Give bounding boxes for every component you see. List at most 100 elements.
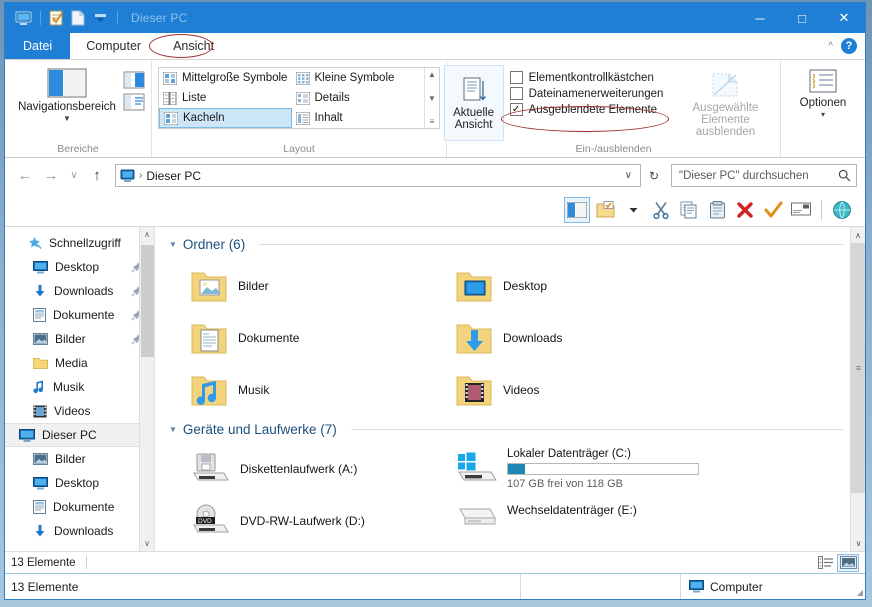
sidebar-item-dokumente-quick[interactable]: Dokumente xyxy=(5,303,154,327)
checkbox-dateinamenerweiterungen[interactable]: Dateinamenerweiterungen xyxy=(509,87,663,100)
checkbox-elementkontrollkaestchen[interactable]: Elementkontrollkästchen xyxy=(509,71,664,84)
content-scroll-thumb[interactable]: ≡ xyxy=(851,243,865,493)
list-item[interactable]: Downloads xyxy=(454,312,719,364)
sidebar-scrollbar[interactable]: ∧ ∨ xyxy=(139,227,154,551)
sidebar-item-downloads-quick[interactable]: Downloads xyxy=(5,279,154,303)
layout-option-kacheln[interactable]: Kacheln xyxy=(159,108,292,128)
navigation-pane-caret[interactable]: ▼ xyxy=(63,114,71,123)
computer-icon[interactable] xyxy=(13,8,33,28)
minimize-button[interactable]: ─ xyxy=(739,3,781,33)
collapse-triangle-icon[interactable]: ▼ xyxy=(169,425,177,434)
sidebar-scroll-thumb[interactable] xyxy=(141,245,154,357)
thumbnail-view-button[interactable] xyxy=(837,553,859,572)
checkbox-box-checked[interactable]: ✓ xyxy=(509,103,523,116)
paste-clipboard-icon[interactable] xyxy=(704,197,730,223)
sidebar-item-dieser-pc[interactable]: Dieser PC xyxy=(5,423,154,447)
preview-pane-icon[interactable] xyxy=(123,71,145,89)
section-header-ordner[interactable]: ▼ Ordner (6) xyxy=(155,227,865,252)
sidebar-item-downloads-pc[interactable]: Downloads xyxy=(5,519,154,543)
sidebar-item-musik[interactable]: Musik xyxy=(5,375,154,399)
sidebar-item-label: Schnellzugriff xyxy=(49,236,121,250)
options-button[interactable]: Optionen ▾ xyxy=(787,65,859,122)
tab-ansicht-label: Ansicht xyxy=(173,39,215,53)
sidebar-item-schnellzugriff[interactable]: Schnellzugriff xyxy=(5,231,154,255)
search-input[interactable] xyxy=(677,168,838,183)
refresh-button[interactable]: ↻ xyxy=(643,169,665,183)
list-item[interactable]: Lokaler Datenträger (C:) 107 GB frei von… xyxy=(454,443,754,495)
address-dropdown-icon[interactable]: ∨ xyxy=(621,170,636,181)
list-item[interactable]: Musik xyxy=(189,364,454,416)
recent-locations-button[interactable]: ∨ xyxy=(65,164,83,188)
sidebar-item-dokumente-pc[interactable]: Dokumente xyxy=(5,495,154,519)
delete-red-x-icon[interactable] xyxy=(732,197,758,223)
sidebar-item-desktop-pc[interactable]: Desktop xyxy=(5,471,154,495)
tab-computer[interactable]: Computer xyxy=(70,33,157,59)
content-scroll-up-icon[interactable]: ∧ xyxy=(851,227,865,243)
details-view-button[interactable] xyxy=(815,554,837,572)
layout-option-details[interactable]: Details xyxy=(292,88,425,108)
layout-option-inhalt[interactable]: Inhalt xyxy=(292,108,425,128)
list-item[interactable]: Wechseldatenträger (E:) xyxy=(454,495,754,547)
new-folder-icon[interactable] xyxy=(68,8,88,28)
layout-option-liste[interactable]: Liste xyxy=(159,88,292,108)
options-caret[interactable]: ▾ xyxy=(821,110,825,119)
section-header-geraete[interactable]: ▼ Geräte und Laufwerke (7) xyxy=(155,416,865,437)
chevron-up-icon[interactable]: ^ xyxy=(828,41,833,52)
copy-icon[interactable] xyxy=(676,197,702,223)
confirm-orange-check-icon[interactable] xyxy=(760,197,786,223)
checkbox-box[interactable] xyxy=(509,71,523,84)
address-input[interactable]: › Dieser PC ∨ xyxy=(115,164,641,187)
list-item[interactable]: Desktop xyxy=(454,260,719,312)
sidebar-scroll-up-icon[interactable]: ∧ xyxy=(140,227,154,242)
checkbox-box[interactable] xyxy=(509,87,523,100)
current-view-button[interactable]: Aktuelle Ansicht xyxy=(443,65,504,141)
up-button[interactable]: ↑ xyxy=(85,164,109,188)
new-folder-icon[interactable] xyxy=(592,197,618,223)
back-button[interactable]: ← xyxy=(13,164,37,188)
gallery-scroll-up-icon[interactable]: ▲ xyxy=(428,70,436,79)
list-item[interactable]: Videos xyxy=(454,364,719,416)
maximize-button[interactable]: □ xyxy=(781,3,823,33)
tab-datei[interactable]: Datei xyxy=(5,33,71,59)
forward-button[interactable]: → xyxy=(39,164,63,188)
search-icon[interactable] xyxy=(838,169,851,182)
internet-globe-icon[interactable] xyxy=(829,197,855,223)
dropdown-caret-icon[interactable] xyxy=(620,197,646,223)
windows-drive-icon xyxy=(454,450,498,488)
navigation-pane-button[interactable]: Navigationsbereich ▼ xyxy=(11,65,123,126)
tab-ansicht[interactable]: Ansicht xyxy=(149,33,231,59)
content-scroll-down-icon[interactable]: ∨ xyxy=(851,535,865,551)
cut-scissors-icon[interactable] xyxy=(648,197,674,223)
search-box[interactable] xyxy=(671,164,857,187)
layout-option-mittelgrosse-symbole[interactable]: Mittelgroße Symbole xyxy=(159,68,292,88)
sidebar-item-media[interactable]: Media xyxy=(5,351,154,375)
quick-access-dropdown-icon[interactable] xyxy=(90,8,110,28)
rename-icon[interactable] xyxy=(788,197,814,223)
sidebar-scroll-down-icon[interactable]: ∨ xyxy=(140,536,154,551)
list-item[interactable]: Dokumente xyxy=(189,312,454,364)
list-item[interactable]: Bilder xyxy=(189,260,454,312)
file-list-pane[interactable]: ▼ Ordner (6) Bilder Desktop Dokumente Do… xyxy=(155,227,865,551)
options-icon xyxy=(808,68,838,94)
gallery-scroll-more-icon[interactable]: ≡ xyxy=(430,117,435,126)
small-icons-icon xyxy=(295,71,310,85)
sidebar-item-bilder-pc[interactable]: Bilder xyxy=(5,447,154,471)
list-item[interactable]: DVD DVD-RW-Laufwerk (D:) xyxy=(189,495,454,547)
resize-grip-icon[interactable]: ◢ xyxy=(857,588,863,597)
close-button[interactable]: ✕ xyxy=(823,3,865,33)
collapse-triangle-icon[interactable]: ▼ xyxy=(169,240,177,249)
gallery-scroll-down-icon[interactable]: ▼ xyxy=(428,94,436,103)
checkbox-ausgeblendete-elemente[interactable]: ✓ Ausgeblendete Elemente xyxy=(509,103,664,116)
sidebar-item-videos[interactable]: Videos xyxy=(5,399,154,423)
help-icon[interactable]: ? xyxy=(841,38,857,54)
sidebar-item-desktop-quick[interactable]: Desktop xyxy=(5,255,154,279)
properties-icon[interactable] xyxy=(46,8,66,28)
sidebar-item-bilder-quick[interactable]: Bilder xyxy=(5,327,154,351)
breadcrumb-path[interactable]: Dieser PC xyxy=(146,169,201,183)
navigation-pane-toggle-icon[interactable] xyxy=(564,196,590,223)
layout-option-kleine-symbole[interactable]: Kleine Symbole xyxy=(292,68,425,88)
content-scrollbar[interactable]: ∧ ≡ ∨ xyxy=(850,227,865,551)
details-pane-icon[interactable] xyxy=(123,93,145,111)
list-item[interactable]: Diskettenlaufwerk (A:) xyxy=(189,443,454,495)
status-computer-label: Computer xyxy=(710,579,763,594)
